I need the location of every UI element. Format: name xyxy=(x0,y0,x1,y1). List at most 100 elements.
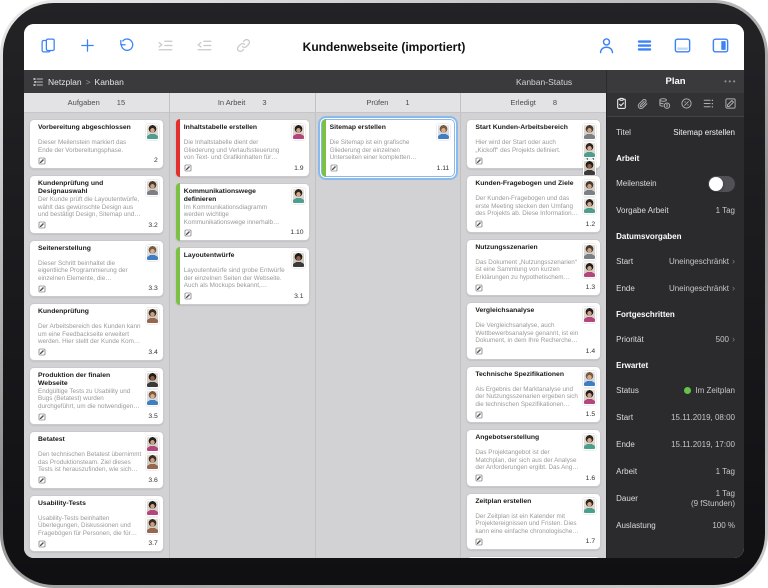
kanban-card[interactable]: Zeitplan erstellen Der Zeitplan ist ein … xyxy=(466,492,602,550)
column-cards[interactable]: Start Kunden-Arbeitsbereich Hier wird de… xyxy=(461,113,606,558)
column-header: Prüfen 1 xyxy=(315,93,461,113)
card-number-badge: 1.7 xyxy=(585,538,596,545)
card-number-badge: 3.3 xyxy=(148,285,158,292)
card-number-badge: 1.11 xyxy=(436,164,450,172)
panel-row-Start[interactable]: Start Uneingeschränkt › xyxy=(616,248,735,275)
panel-row-Start: Start 15.11.2019, 08:00 xyxy=(616,404,735,431)
avatar xyxy=(145,124,159,140)
kanban-card[interactable]: Angebotserstellung Das Projektangebot is… xyxy=(466,429,602,487)
column-cards[interactable]: Inhaltstabelle erstellen Die Inhaltstabe… xyxy=(170,113,315,558)
row-label: Ende xyxy=(616,440,635,449)
panel-section-header: Fortgeschritten xyxy=(616,309,675,319)
card-description: Der Zeitplan ist ein Kalender mit Projek… xyxy=(475,512,579,535)
avatar-stack xyxy=(145,371,159,406)
breadcrumb-item-netzplan[interactable]: Netzplan xyxy=(48,77,82,87)
kanban-card[interactable]: Vorbereitung abgeschlossen Dieser Meilen… xyxy=(29,119,164,169)
column-cards[interactable]: Vorbereitung abgeschlossen Dieser Meilen… xyxy=(24,113,169,558)
edit-note-icon xyxy=(38,413,46,421)
row-label: Ende xyxy=(616,284,635,293)
milestone-toggle[interactable] xyxy=(708,175,735,192)
paste-button[interactable] xyxy=(38,37,58,57)
avatar xyxy=(583,180,597,196)
kanban-card[interactable]: Sitemap erstellen Die Sitemap ist ein gr… xyxy=(320,119,456,177)
breadcrumb-item-kanban[interactable]: Kanban xyxy=(95,77,124,87)
coins-icon: $ xyxy=(658,97,671,113)
card-number-badge: 1.10 xyxy=(290,229,304,236)
layout-bottom-icon xyxy=(673,36,692,58)
card-number-badge: 1.5 xyxy=(585,411,596,418)
kanban-card[interactable]: Betatest Den technischen Betatest überni… xyxy=(29,431,164,489)
card-title: Sitemap erstellen xyxy=(329,124,386,131)
edit-note-icon xyxy=(38,476,46,484)
card-title: Inhaltstabelle erstellen xyxy=(183,124,258,131)
panel-section-header: Arbeit xyxy=(616,153,640,163)
edit-note-icon xyxy=(475,411,483,419)
avatar xyxy=(291,252,305,268)
kanban-card[interactable]: Vergleichsanalyse Die Vergleichsanalyse,… xyxy=(466,302,602,360)
app-screen: Kundenwebseite (importiert) Netzplan > K… xyxy=(24,24,744,558)
card-title: Betatest xyxy=(38,436,65,443)
indent-icon xyxy=(157,37,174,57)
card-title: Angebotserstellung xyxy=(475,434,540,441)
card-footer: 3.6 xyxy=(38,476,158,485)
avatar-stack xyxy=(583,243,597,278)
panel-tab-notes[interactable] xyxy=(722,97,738,113)
link-button[interactable] xyxy=(233,37,253,57)
card-title: Zeitplan erstellen xyxy=(475,497,532,505)
panel-header: Plan ••• xyxy=(606,70,744,93)
kanban-card[interactable]: Inhaltstabelle erstellen Die Inhaltstabe… xyxy=(174,119,310,177)
kanban-card[interactable]: Seitenerstellung Dieser Schritt beinhalt… xyxy=(29,239,164,297)
kanban-card[interactable]: Nutzungsszenarien Das Dokument „Nutzungs… xyxy=(466,238,602,296)
show-right-panel-button[interactable] xyxy=(710,37,730,57)
kanban-column-1: In Arbeit 3 Inhaltstabelle erstellen Die… xyxy=(169,93,316,558)
panel-tab-risk[interactable] xyxy=(678,97,694,113)
kanban-card[interactable]: Kunden-Fragebogen und Ziele Der Kunden-F… xyxy=(466,175,602,233)
kanban-card[interactable]: Kundenprüfung und Designauswahl Der Kund… xyxy=(29,175,164,234)
kanban-card[interactable]: Produktion der finalen Webseite Endgülti… xyxy=(29,366,164,425)
card-title: Usability-Tests xyxy=(38,499,86,507)
avatar xyxy=(583,307,597,323)
undo-button[interactable] xyxy=(116,37,136,57)
kanban-card[interactable]: Layoutentwürfe Layoutentwürfe sind grobe… xyxy=(174,247,310,305)
card-description: Als Ergebnis der Marktanalyse und der Nu… xyxy=(475,385,578,408)
kanban-card[interactable]: Technische Spezifikationen Als Ergebnis … xyxy=(466,365,602,423)
panel-tab-finance[interactable]: $ xyxy=(657,97,673,113)
row-label: Auslastung xyxy=(616,521,656,530)
card-footer: 2 xyxy=(38,156,158,165)
row-label: Priorität xyxy=(616,335,644,344)
kanban-status-label[interactable]: Kanban-Status xyxy=(516,77,572,87)
column-count: 15 xyxy=(116,98,126,107)
panel-row-Ende[interactable]: Ende Uneingeschränkt › xyxy=(616,275,735,302)
panel-row-Priorität[interactable]: Priorität 500 › xyxy=(616,326,735,353)
add-button[interactable] xyxy=(77,37,97,57)
show-bottom-panel-button[interactable] xyxy=(672,37,692,57)
outdent-button[interactable] xyxy=(194,37,214,57)
panel-menu-dots[interactable]: ••• xyxy=(724,77,737,86)
card-description: Dieser Meilenstein markiert das Ende der… xyxy=(38,139,127,154)
kanban-card[interactable]: Aufgabenliste erstellen Die Aufgabenlist… xyxy=(466,556,602,558)
link-icon xyxy=(235,37,252,57)
collaborators-button[interactable] xyxy=(596,37,616,57)
kanban-card[interactable]: Start Kunden-Arbeitsbereich Hier wird de… xyxy=(466,119,602,176)
kanban-column-2: Prüfen 1 Sitemap erstellen Die Sitemap i… xyxy=(315,93,462,558)
kanban-card[interactable]: Kundenprüfung Der Arbeitsbereich des Kun… xyxy=(29,303,164,361)
card-footer: 1.5 xyxy=(475,410,595,419)
indent-button[interactable] xyxy=(155,37,175,57)
menu-button[interactable] xyxy=(634,37,654,57)
breadcrumb[interactable]: Netzplan > Kanban Kanban-Status xyxy=(24,70,607,93)
avatar xyxy=(583,198,597,214)
edit-note-icon xyxy=(330,164,338,172)
percent-icon xyxy=(680,97,693,113)
kanban-card[interactable]: Kommunikationswege definieren Im Kommuni… xyxy=(174,182,310,241)
pencil-square-icon xyxy=(724,97,737,113)
kanban-card[interactable]: Usability-Tests Usability-Tests beinhalt… xyxy=(29,494,164,552)
column-cards[interactable]: Sitemap erstellen Die Sitemap ist ein gr… xyxy=(316,113,461,558)
card-description: Das Projektangebot ist der Matchplan, de… xyxy=(475,449,579,471)
panel-tab-attachments[interactable] xyxy=(635,97,651,113)
panel-tab-plan[interactable] xyxy=(613,97,629,113)
avatar-stack xyxy=(145,499,159,534)
avatar-stack xyxy=(583,497,597,514)
panel-row-toggle: Meilenstein xyxy=(616,170,735,197)
avatar-stack xyxy=(291,124,305,140)
panel-tab-list[interactable] xyxy=(700,97,716,113)
